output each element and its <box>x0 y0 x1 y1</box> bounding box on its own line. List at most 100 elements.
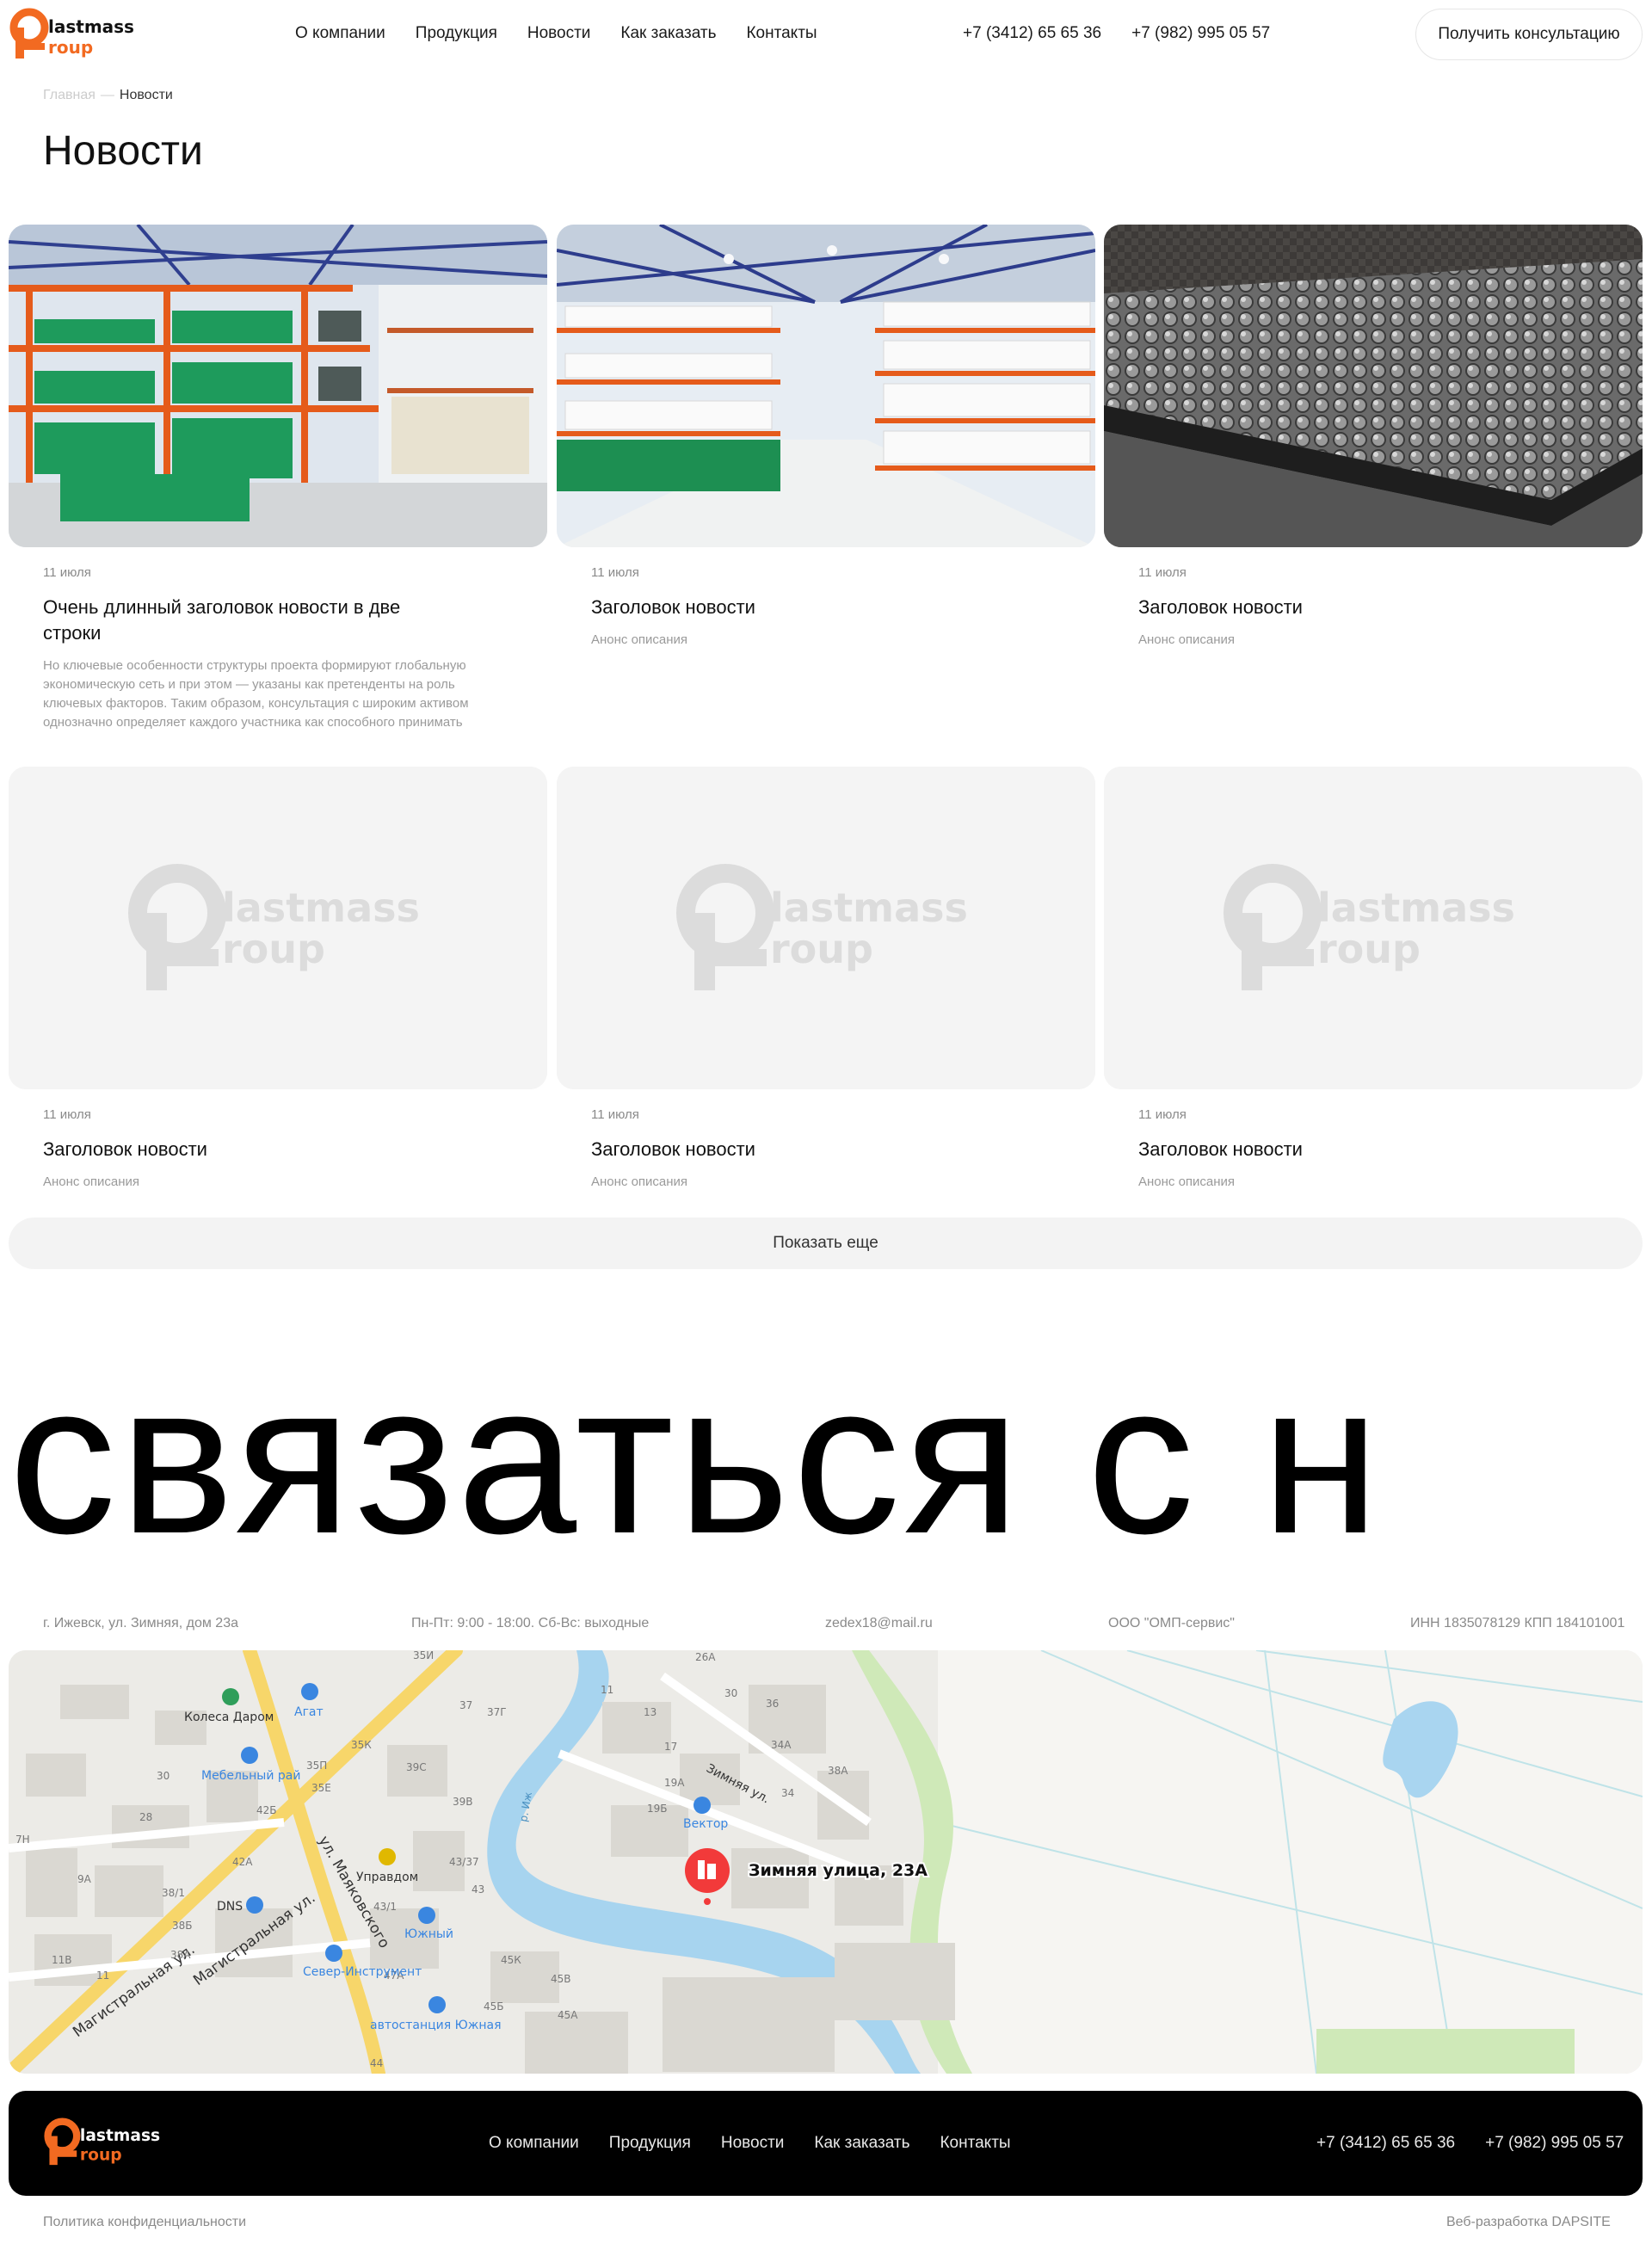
location-map[interactable]: ул. Маяковского Магистральная ул. Магист… <box>9 1650 1643 2074</box>
footer-logo-text-1: lastmass <box>80 2127 160 2145</box>
logo-link[interactable]: lastmass roup <box>9 7 138 62</box>
house-number: 38А <box>828 1765 848 1777</box>
footer-phones: +7 (3412) 65 65 36 +7 (982) 995 05 57 <box>1316 2134 1624 2153</box>
house-number: 38/1 <box>162 1887 185 1899</box>
house-number: 28 <box>139 1811 152 1823</box>
house-number: 43/1 <box>373 1901 397 1913</box>
map-poi-label: Мебельный рай <box>201 1769 300 1783</box>
news-date: 11 июля <box>43 1107 91 1122</box>
news-date: 11 июля <box>43 565 91 580</box>
house-number: 43/37 <box>449 1856 479 1868</box>
house-number: 35П <box>306 1760 327 1772</box>
house-number: 45А <box>558 2009 578 2021</box>
house-number: 45К <box>501 1954 521 1966</box>
house-number: 35К <box>351 1739 372 1751</box>
phone-link-2[interactable]: +7 (982) 995 05 57 <box>1131 24 1270 43</box>
news-title[interactable]: Заголовок новости <box>43 1137 404 1162</box>
house-number: 19Б <box>647 1803 668 1815</box>
news-card[interactable]: lastmass roup 11 июля Заголовок новости … <box>1104 767 1643 1189</box>
news-description: Анонс описания <box>43 1174 140 1189</box>
main-nav: О компании Продукция Новости Как заказат… <box>295 24 817 43</box>
privacy-policy-link[interactable]: Политика конфиденциальности <box>43 2215 246 2230</box>
contact-address: г. Ижевск, ул. Зимняя, дом 23а <box>43 1616 238 1630</box>
house-number: 17 <box>664 1741 677 1753</box>
news-title[interactable]: Заголовок новости <box>591 595 952 620</box>
nav-item-how-to-order[interactable]: Как заказать <box>620 24 716 43</box>
house-number: 45В <box>551 1973 571 1985</box>
phone-link-1[interactable]: +7 (3412) 65 65 36 <box>963 24 1101 43</box>
contact-company: ООО "ОМП-сервис" <box>1108 1616 1235 1630</box>
news-image[interactable] <box>9 225 547 547</box>
placeholder-logo-text-1: lastmass <box>770 885 968 931</box>
news-image-placeholder[interactable]: lastmass roup <box>557 767 1095 1089</box>
map-poi-label: Южный <box>404 1927 453 1941</box>
map-pin-label: Зимняя улица, 23А <box>749 1861 928 1880</box>
house-number: 7Н <box>15 1834 30 1846</box>
map-poi-label: Север-Инструмент <box>303 1965 422 1979</box>
footer-nav-about[interactable]: О компании <box>489 2134 579 2153</box>
news-date: 11 июля <box>591 565 639 580</box>
contact-marquee-heading: связаться с н <box>9 1338 1384 1578</box>
news-description: Анонс описания <box>1138 632 1236 647</box>
house-number: 26А <box>695 1651 716 1663</box>
house-number: 35И <box>413 1650 434 1661</box>
footer-nav-news[interactable]: Новости <box>721 2134 785 2153</box>
house-number: 37 <box>459 1699 472 1711</box>
news-title[interactable]: Очень длинный заголовок новости в две ст… <box>43 595 404 646</box>
breadcrumb-home[interactable]: Главная <box>43 88 96 102</box>
news-image-placeholder[interactable]: lastmass roup <box>1104 767 1643 1089</box>
news-image-placeholder[interactable]: lastmass roup <box>9 767 547 1089</box>
house-number: 39С <box>406 1761 427 1773</box>
footer-phone-link-2[interactable]: +7 (982) 995 05 57 <box>1485 2134 1624 2153</box>
map-poi-label: Вектор <box>683 1817 728 1831</box>
news-description: Анонс описания <box>591 632 688 647</box>
map-poi-label: Управдом <box>356 1871 418 1884</box>
house-number: 11 <box>601 1684 613 1696</box>
logo-text-2: roup <box>48 37 93 58</box>
house-number: 34А <box>771 1739 792 1751</box>
news-image[interactable] <box>1104 225 1643 547</box>
placeholder-logo-text-1: lastmass <box>222 885 420 931</box>
news-description: Но ключевые особенности структуры проект… <box>43 658 469 730</box>
footer-phone-link-1[interactable]: +7 (3412) 65 65 36 <box>1316 2134 1455 2153</box>
placeholder-logo-text-2: roup <box>222 926 325 972</box>
footer-logo-text-2: roup <box>80 2147 122 2165</box>
footer-nav-contacts[interactable]: Контакты <box>940 2134 1010 2153</box>
house-number: 13 <box>644 1706 656 1718</box>
house-number: 34 <box>781 1787 794 1799</box>
footer-nav: О компании Продукция Новости Как заказат… <box>489 2134 1011 2153</box>
show-more-button[interactable]: Показать еще <box>9 1217 1643 1269</box>
nav-item-contacts[interactable]: Контакты <box>746 24 817 43</box>
news-title[interactable]: Заголовок новости <box>591 1137 952 1162</box>
news-image[interactable] <box>557 225 1095 547</box>
news-date: 11 июля <box>1138 1107 1187 1122</box>
contact-hours: Пн-Пт: 9:00 - 18:00. Сб-Вс: выходные <box>411 1616 650 1630</box>
news-card[interactable]: 11 июля Очень длинный заголовок новости … <box>9 225 547 730</box>
nav-item-news[interactable]: Новости <box>527 24 591 43</box>
news-description: Анонс описания <box>1138 1174 1236 1189</box>
house-number: 36 <box>766 1698 779 1710</box>
consultation-button[interactable]: Получить консультацию <box>1415 9 1643 60</box>
house-number: 30 <box>157 1770 170 1782</box>
footer-nav-products[interactable]: Продукция <box>609 2134 691 2153</box>
nav-item-about[interactable]: О компании <box>295 24 385 43</box>
house-number: 11В <box>52 1954 72 1966</box>
news-title[interactable]: Заголовок новости <box>1138 595 1500 620</box>
map-poi-label: Колеса Даром <box>184 1711 274 1724</box>
map-poi-label: Агат <box>294 1705 324 1719</box>
news-card[interactable]: lastmass roup 11 июля Заголовок новости … <box>9 767 547 1189</box>
nav-item-products[interactable]: Продукция <box>416 24 497 43</box>
footer-nav-how-to-order[interactable]: Как заказать <box>814 2134 909 2153</box>
map-poi-label: DNS <box>217 1900 243 1914</box>
news-card[interactable]: lastmass roup 11 июля Заголовок новости … <box>557 767 1095 1189</box>
developer-credit-link[interactable]: Веб-разработка DAPSITE <box>1446 2215 1611 2230</box>
header-phones: +7 (3412) 65 65 36 +7 (982) 995 05 57 <box>963 24 1270 43</box>
news-card[interactable]: 11 июля Заголовок новости Анонс описания <box>557 225 1095 647</box>
news-title[interactable]: Заголовок новости <box>1138 1137 1500 1162</box>
placeholder-logo-text-1: lastmass <box>1317 885 1515 931</box>
contact-email[interactable]: zedex18@mail.ru <box>825 1616 933 1631</box>
news-card[interactable]: 11 июля Заголовок новости Анонс описания <box>1104 225 1643 647</box>
page-title: Новости <box>43 128 203 174</box>
footer-logo-link[interactable]: lastmass roup <box>43 2115 163 2170</box>
house-number: 11 <box>96 1970 109 1982</box>
